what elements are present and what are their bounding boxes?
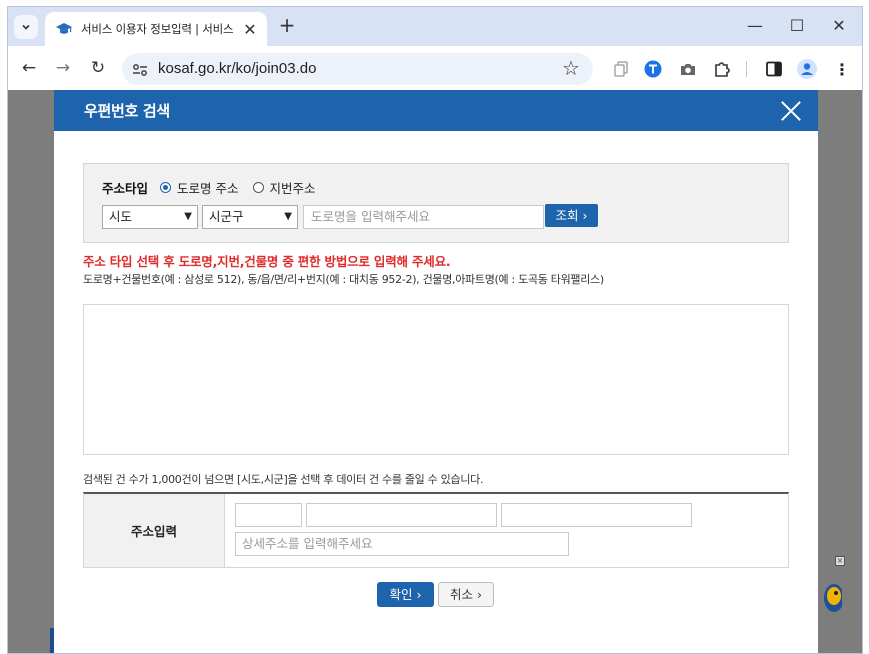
tab-strip: 서비스 이용자 정보입력 | 서비스 이용 ✕ + — ☐ ✕	[8, 7, 862, 46]
modal-title: 우편번호 검색	[84, 102, 170, 120]
window-close-button[interactable]: ✕	[826, 15, 852, 37]
address-bar[interactable]: kosaf.go.kr/ko/join03.do ☆	[122, 53, 593, 85]
confirm-button-label: 확인	[389, 587, 413, 602]
search-results-area[interactable]	[83, 304, 789, 455]
search-button-label: 조회	[555, 208, 579, 223]
mascot-icon[interactable]	[818, 560, 842, 620]
reload-button[interactable]: ↻	[87, 58, 109, 80]
road-address-field[interactable]	[306, 503, 497, 527]
page-overlay: × 우편번호 검색 주소타입 도로명 주소 지번주소 시도 ▼ 시군구 ▼ 도로…	[8, 90, 862, 653]
back-button[interactable]: ←	[18, 58, 40, 80]
camera-icon[interactable]	[678, 59, 698, 79]
zipcode-search-modal: 우편번호 검색 주소타입 도로명 주소 지번주소 시도 ▼ 시군구 ▼ 도로명을…	[54, 90, 818, 653]
road-name-input[interactable]: 도로명을 입력해주세요	[303, 205, 544, 229]
address-type-row: 주소타입 도로명 주소 지번주소	[102, 178, 330, 197]
zipcode-field[interactable]	[235, 503, 302, 527]
modal-header: 우편번호 검색	[54, 90, 818, 131]
side-panel-icon[interactable]	[764, 59, 784, 79]
address-input-table: 주소입력 상세주소를 입력해주세요	[83, 492, 789, 568]
input-example-hint: 도로명+건물번호(예 : 삼성로 512), 동/읍/면/리+번지(예 : 대치…	[83, 273, 604, 286]
address-type-label: 주소타입	[102, 181, 149, 196]
graduation-cap-icon	[56, 21, 72, 37]
cancel-button-label: 취소	[450, 587, 474, 602]
detail-address-field[interactable]: 상세주소를 입력해주세요	[235, 532, 569, 556]
profile-avatar-icon[interactable]	[797, 59, 817, 79]
input-instruction-warning: 주소 타입 선택 후 도로명,지번,건물명 중 편한 방법으로 입력해 주세요.	[83, 254, 451, 269]
maximize-button[interactable]: ☐	[784, 15, 810, 37]
sido-select-value: 시도	[109, 209, 133, 224]
translate-extension-icon[interactable]	[643, 59, 663, 79]
radio-lot-address[interactable]	[252, 182, 264, 193]
radio-lot-address-label[interactable]: 지번주소	[270, 178, 316, 197]
lot-address-field[interactable]	[501, 503, 692, 527]
chevron-down-icon	[22, 24, 30, 30]
minimize-button[interactable]: —	[742, 15, 768, 37]
chevron-down-icon: ▼	[284, 211, 292, 222]
browser-window: 서비스 이용자 정보입력 | 서비스 이용 ✕ + — ☐ ✕ ← → ↻ ko…	[7, 6, 863, 654]
tab-active[interactable]: 서비스 이용자 정보입력 | 서비스 이용 ✕	[45, 12, 267, 46]
browser-toolbar: ← → ↻ kosaf.go.kr/ko/join03.do ☆ ⋮	[8, 46, 862, 90]
close-icon[interactable]	[780, 100, 802, 122]
radio-road-address-label[interactable]: 도로명 주소	[177, 178, 238, 197]
menu-kebab-icon[interactable]: ⋮	[832, 59, 852, 79]
site-info-icon[interactable]	[132, 62, 148, 76]
forward-button[interactable]: →	[52, 58, 74, 80]
confirm-button[interactable]: 확인 ›	[377, 582, 434, 607]
bookmark-star-icon[interactable]: ☆	[562, 56, 580, 80]
tab-search-button[interactable]	[14, 15, 38, 39]
chevron-down-icon: ▼	[184, 211, 192, 222]
tab-close-icon[interactable]: ✕	[241, 20, 259, 39]
toolbar-divider	[746, 61, 747, 77]
sigungu-select[interactable]: 시군구 ▼	[202, 205, 298, 229]
url-text: kosaf.go.kr/ko/join03.do	[158, 60, 317, 77]
copy-icon[interactable]	[611, 59, 631, 79]
new-tab-button[interactable]: +	[276, 15, 298, 37]
sido-select[interactable]: 시도 ▼	[102, 205, 198, 229]
search-panel: 주소타입 도로명 주소 지번주소 시도 ▼ 시군구 ▼ 도로명을 입력해주세요 …	[83, 163, 789, 243]
tab-title: 서비스 이용자 정보입력 | 서비스 이용	[81, 22, 237, 36]
search-button[interactable]: 조회 ›	[545, 204, 598, 227]
address-input-label: 주소입력	[84, 494, 225, 567]
cancel-button[interactable]: 취소 ›	[438, 582, 494, 607]
radio-road-address[interactable]	[160, 182, 172, 193]
sigungu-select-value: 시군구	[209, 209, 244, 224]
extensions-puzzle-icon[interactable]	[712, 59, 732, 79]
result-count-note: 검색된 건 수가 1,000건이 넘으면 [시도,시군]을 선택 후 데이터 건…	[83, 473, 484, 486]
